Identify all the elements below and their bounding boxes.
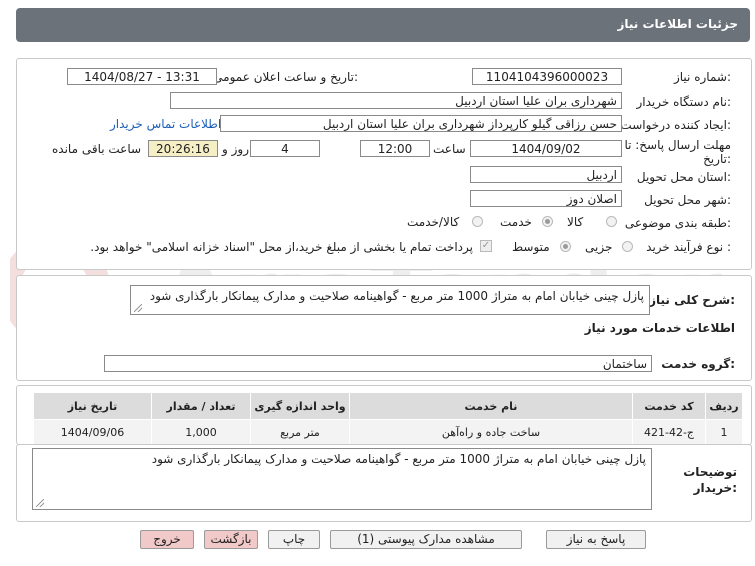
resize-grip-icon[interactable] bbox=[36, 499, 44, 507]
category-label: طبقه بندی موضوعی: bbox=[624, 216, 731, 230]
days-remaining-field: 4 bbox=[250, 140, 320, 157]
cell-service-code: ج-42-421 bbox=[632, 419, 706, 445]
process-radio-medium[interactable] bbox=[560, 241, 571, 252]
days-label: روز و bbox=[222, 142, 249, 156]
service-group-field: ساختمان bbox=[104, 355, 652, 372]
description-textarea[interactable]: پازل چینی خیابان امام به متراژ 1000 متر … bbox=[130, 285, 650, 315]
announce-date-label: تاریخ و ساعت اعلان عمومی: bbox=[213, 70, 358, 84]
city-field: اصلان دوز bbox=[470, 190, 622, 207]
description-label: شرح کلی نیاز: bbox=[649, 293, 735, 307]
process-label: نوع فرآیند خرید : bbox=[646, 240, 731, 254]
buyer-notes-label-1: توضیحات bbox=[683, 465, 737, 479]
process-option-minor: جزیی bbox=[585, 240, 613, 254]
header-unit: واحد اندازه گیری bbox=[250, 392, 350, 420]
buyer-org-field: شهرداری بران علیا استان اردبیل bbox=[170, 92, 622, 109]
buyer-notes-text: پازل چینی خیابان امام به متراژ 1000 متر … bbox=[151, 452, 646, 466]
need-number-field: 1104104396000023 bbox=[472, 68, 622, 85]
category-radio-service[interactable] bbox=[542, 216, 553, 227]
header-need-date: تاریخ نیاز bbox=[33, 392, 152, 420]
category-option-goods: کالا bbox=[567, 215, 584, 229]
header-quantity: تعداد / مقدار bbox=[151, 392, 251, 420]
page-title: جزئیات اطلاعات نیاز bbox=[617, 17, 738, 31]
need-number-label: شماره نیاز: bbox=[673, 70, 731, 84]
resize-grip-icon[interactable] bbox=[134, 304, 142, 312]
deadline-time-field: 12:00 bbox=[360, 140, 430, 157]
services-section-title: اطلاعات خدمات مورد نیاز bbox=[584, 321, 735, 335]
cell-need-date: 1404/09/06 bbox=[33, 419, 152, 445]
back-button[interactable]: بازگشت bbox=[204, 530, 258, 549]
buyer-notes-label-2: خریدار: bbox=[693, 481, 737, 495]
remaining-time-field: 20:26:16 bbox=[148, 140, 218, 157]
cell-quantity: 1,000 bbox=[151, 419, 251, 445]
creator-label: ایجاد کننده درخواست: bbox=[620, 118, 731, 132]
province-field: اردبیل bbox=[470, 166, 622, 183]
cell-row-number: 1 bbox=[705, 419, 743, 445]
treasury-payment-note: پرداخت تمام یا بخشی از مبلغ خرید،از محل … bbox=[90, 240, 473, 254]
treasury-payment-checkbox[interactable]: ✓ bbox=[480, 240, 492, 252]
category-radio-goods-service[interactable] bbox=[472, 216, 483, 227]
reply-button[interactable]: پاسخ به نیاز bbox=[546, 530, 646, 549]
header-service-code: کد خدمت bbox=[632, 392, 706, 420]
services-table: ردیف کد خدمت نام خدمت واحد اندازه گیری ت… bbox=[33, 392, 743, 445]
header-row-number: ردیف bbox=[705, 392, 743, 420]
process-option-medium: متوسط bbox=[512, 240, 550, 254]
need-info-panel bbox=[16, 58, 752, 270]
page-header: جزئیات اطلاعات نیاز bbox=[16, 8, 750, 42]
province-label: استان محل تحویل: bbox=[636, 170, 731, 184]
buyer-org-label: نام دستگاه خریدار: bbox=[636, 95, 732, 109]
city-label: شهر محل تحویل: bbox=[644, 193, 731, 207]
remaining-time-label: ساعت باقی مانده bbox=[52, 142, 142, 156]
buyer-contact-link[interactable]: اطلاعات تماس خریدار bbox=[110, 117, 221, 131]
category-option-goods-service: کالا/خدمت bbox=[407, 215, 460, 229]
description-text: پازل چینی خیابان امام به متراژ 1000 متر … bbox=[149, 289, 644, 303]
cell-unit: متر مربع bbox=[250, 419, 350, 445]
deadline-time-label: ساعت bbox=[433, 142, 466, 156]
table-row: 1 ج-42-421 ساخت جاده و راه‌آهن متر مربع … bbox=[33, 419, 743, 445]
buyer-notes-textarea[interactable]: پازل چینی خیابان امام به متراژ 1000 متر … bbox=[32, 448, 652, 510]
deadline-date-label: تاریخ: bbox=[703, 152, 731, 166]
view-attachments-button[interactable]: مشاهده مدارک پیوستی (1) bbox=[330, 530, 522, 549]
category-radio-goods[interactable] bbox=[606, 216, 617, 227]
print-button[interactable]: چاپ bbox=[268, 530, 320, 549]
category-option-service: خدمت bbox=[500, 215, 532, 229]
deadline-label: مهلت ارسال پاسخ: تا bbox=[624, 138, 731, 152]
announce-date-field: 1404/08/27 - 13:31 bbox=[67, 68, 217, 85]
service-group-label: گروه خدمت: bbox=[661, 357, 735, 371]
creator-field: حسن رزاقی گیلو کارپرداز شهرداری بران علی… bbox=[220, 115, 622, 132]
header-service-name: نام خدمت bbox=[349, 392, 633, 420]
deadline-date-field: 1404/09/02 bbox=[470, 140, 622, 157]
cell-service-name: ساخت جاده و راه‌آهن bbox=[349, 419, 633, 445]
table-header-row: ردیف کد خدمت نام خدمت واحد اندازه گیری ت… bbox=[33, 392, 743, 420]
process-radio-minor[interactable] bbox=[622, 241, 633, 252]
exit-button[interactable]: خروج bbox=[140, 530, 194, 549]
